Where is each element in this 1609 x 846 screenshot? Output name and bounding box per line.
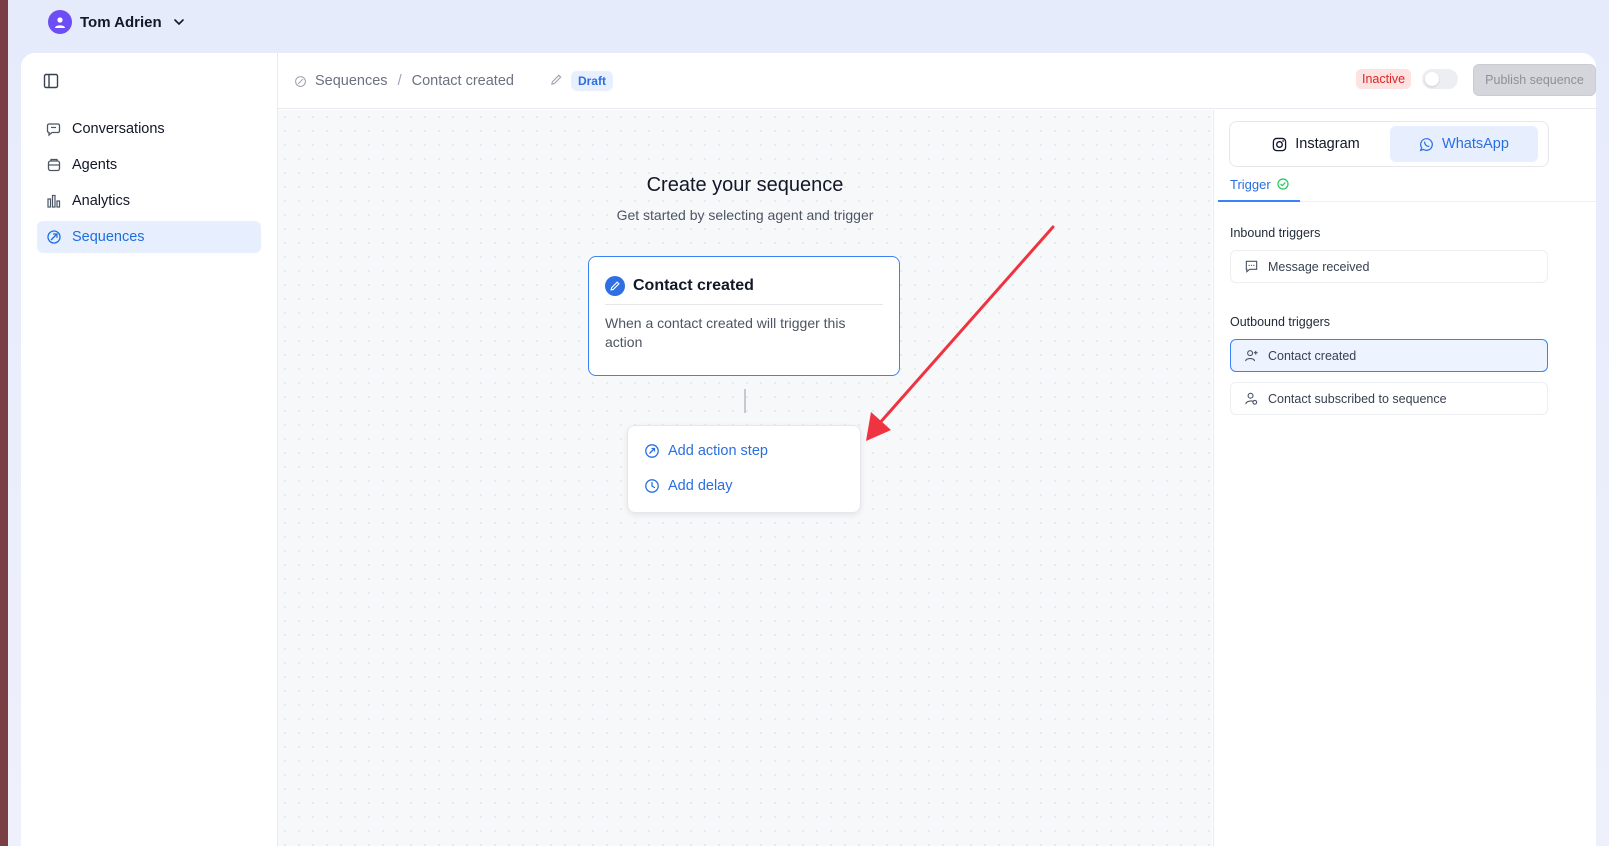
breadcrumb-root[interactable]: Sequences — [315, 73, 388, 89]
account-switcher[interactable]: Tom Adrien — [48, 10, 186, 34]
pencil-icon — [605, 275, 625, 296]
trigger-card-title: Contact created — [633, 276, 754, 294]
message-icon — [1245, 260, 1258, 273]
trigger-card-description: When a contact created will trigger this… — [605, 315, 846, 350]
canvas-subtitle: Get started by selecting agent and trigg… — [616, 207, 874, 223]
whatsapp-icon — [1419, 137, 1433, 151]
trigger-panel: Instagram WhatsApp Trigger Inbound trigg… — [1213, 110, 1596, 846]
sequence-canvas[interactable]: Create your sequence Get started by sele… — [278, 110, 1212, 846]
check-circle-icon — [1277, 178, 1289, 190]
status-badge: Inactive — [1356, 69, 1412, 89]
channel-tabs: Instagram WhatsApp — [1229, 121, 1549, 167]
trigger-card[interactable]: Contact created When a contact created w… — [588, 256, 900, 376]
sidebar-nav: Conversations Agents Analytics Sequences — [37, 113, 261, 257]
add-action-step-button[interactable]: Add action step — [644, 443, 768, 459]
user-subscribe-icon — [1245, 392, 1258, 405]
page-header: Sequences / Contact created Draft Inacti… — [278, 53, 1596, 109]
window-edge — [0, 0, 8, 846]
trigger-card-header: Contact created — [605, 275, 883, 305]
draft-badge: Draft — [570, 71, 613, 91]
tab-instagram[interactable]: Instagram — [1242, 126, 1390, 162]
sidebar: Conversations Agents Analytics Sequences — [21, 53, 278, 846]
instagram-icon — [1273, 137, 1287, 151]
sidebar-item-conversations[interactable]: Conversations — [37, 113, 261, 145]
breadcrumb-separator: / — [397, 73, 402, 89]
bar-chart-icon — [47, 194, 61, 208]
user-plus-icon — [1245, 350, 1258, 362]
add-step-menu: Add action step Add delay — [627, 425, 861, 513]
clock-icon — [645, 479, 659, 493]
trigger-label: Contact subscribed to sequence — [1268, 391, 1447, 406]
sidebar-item-analytics[interactable]: Analytics — [37, 185, 261, 217]
trigger-label: Contact created — [1268, 348, 1357, 363]
trigger-label: Message received — [1268, 259, 1370, 274]
trigger-contact-subscribed[interactable]: Contact subscribed to sequence — [1230, 382, 1548, 415]
avatar — [48, 10, 72, 34]
user-name: Tom Adrien — [80, 13, 162, 31]
outbound-triggers-heading: Outbound triggers — [1230, 315, 1331, 329]
sidebar-toggle-icon[interactable] — [43, 73, 61, 91]
sidebar-item-label: Analytics — [72, 193, 131, 209]
user-icon — [55, 17, 65, 28]
tab-trigger[interactable]: Trigger — [1218, 168, 1300, 202]
leaf-icon — [47, 230, 61, 244]
add-action-step-label: Add action step — [668, 443, 768, 459]
trigger-message-received[interactable]: Message received — [1230, 250, 1548, 283]
breadcrumb-current: Contact created — [411, 73, 514, 89]
sidebar-item-agents[interactable]: Agents — [37, 149, 261, 181]
leaf-icon — [295, 75, 306, 87]
publish-sequence-button[interactable]: Publish sequence — [1473, 64, 1596, 96]
tab-instagram-label: Instagram — [1295, 136, 1360, 152]
sidebar-item-label: Conversations — [72, 121, 165, 137]
add-delay-label: Add delay — [668, 478, 733, 494]
tab-trigger-label: Trigger — [1230, 176, 1271, 192]
chat-icon — [46, 123, 61, 137]
app-window: Conversations Agents Analytics Sequences… — [21, 53, 1596, 846]
canvas-title: Create your sequence — [646, 174, 844, 196]
sidebar-item-sequences[interactable]: Sequences — [37, 221, 261, 253]
breadcrumb: Sequences / Contact created Draft — [294, 71, 613, 91]
action-icon — [645, 444, 659, 458]
toggle-knob — [1425, 72, 1439, 86]
connector-line — [744, 389, 746, 413]
edit-name-icon[interactable] — [550, 73, 563, 90]
tab-whatsapp-label: WhatsApp — [1442, 136, 1509, 152]
chevron-down-icon[interactable] — [172, 15, 186, 29]
active-toggle[interactable] — [1422, 69, 1458, 89]
tab-whatsapp[interactable]: WhatsApp — [1390, 126, 1538, 162]
add-delay-button[interactable]: Add delay — [644, 478, 733, 494]
trigger-contact-created[interactable]: Contact created — [1230, 339, 1548, 372]
panel-subtabs: Trigger — [1218, 168, 1596, 202]
sidebar-item-label: Agents — [72, 157, 118, 173]
sidebar-item-label: Sequences — [72, 229, 145, 245]
inbound-triggers-heading: Inbound triggers — [1230, 226, 1321, 240]
agent-icon — [47, 158, 61, 172]
